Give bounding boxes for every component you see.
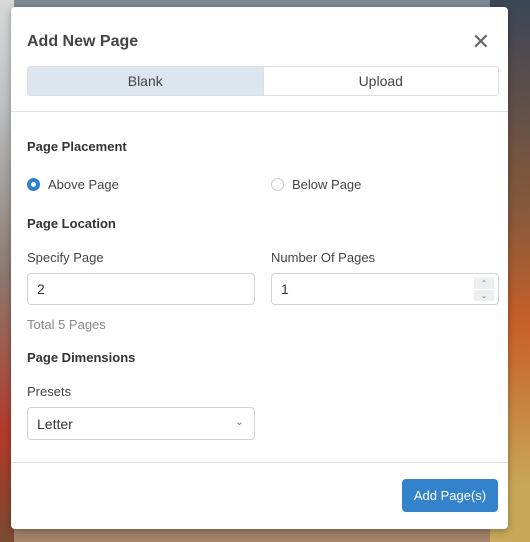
- tab-upload[interactable]: Upload: [262, 67, 499, 95]
- presets-value: Letter: [37, 415, 73, 432]
- radio-label: Above Page: [48, 177, 119, 192]
- page-location-heading: Page Location: [27, 216, 116, 231]
- number-of-pages-label: Number Of Pages: [271, 250, 376, 265]
- divider: [11, 111, 508, 112]
- specify-page-value: 2: [37, 281, 45, 297]
- number-of-pages-input[interactable]: 1 ⌃ ⌄: [271, 273, 499, 305]
- specify-page-input[interactable]: 2: [27, 273, 255, 305]
- radio-below-page[interactable]: Below Page: [271, 177, 361, 192]
- radio-checked-icon: [27, 178, 40, 191]
- page-placement-heading: Page Placement: [27, 139, 127, 154]
- presets-select[interactable]: Letter ⌄: [27, 407, 255, 440]
- source-tabs: Blank Upload: [27, 66, 499, 96]
- divider: [11, 462, 508, 463]
- tab-blank[interactable]: Blank: [28, 67, 263, 95]
- radio-unchecked-icon: [271, 178, 284, 191]
- chevron-up-icon[interactable]: ⌃: [474, 278, 494, 289]
- modal-title: Add New Page: [27, 33, 139, 50]
- presets-label: Presets: [27, 384, 72, 399]
- close-icon[interactable]: ✕: [472, 29, 490, 55]
- add-page-modal: Add New Page ✕ Blank Upload Page Placeme…: [11, 7, 508, 529]
- total-pages-text: Total 5 Pages: [27, 317, 106, 332]
- chevron-down-icon[interactable]: ⌄: [474, 290, 494, 301]
- specify-page-label: Specify Page: [27, 250, 104, 265]
- number-of-pages-value: 1: [281, 281, 289, 297]
- stepper: ⌃ ⌄: [474, 278, 494, 301]
- radio-above-page[interactable]: Above Page: [27, 177, 119, 192]
- add-pages-button[interactable]: Add Page(s): [402, 479, 498, 512]
- page-dimensions-heading: Page Dimensions: [27, 350, 136, 365]
- chevron-down-icon: ⌄: [234, 416, 244, 428]
- radio-label: Below Page: [292, 177, 362, 192]
